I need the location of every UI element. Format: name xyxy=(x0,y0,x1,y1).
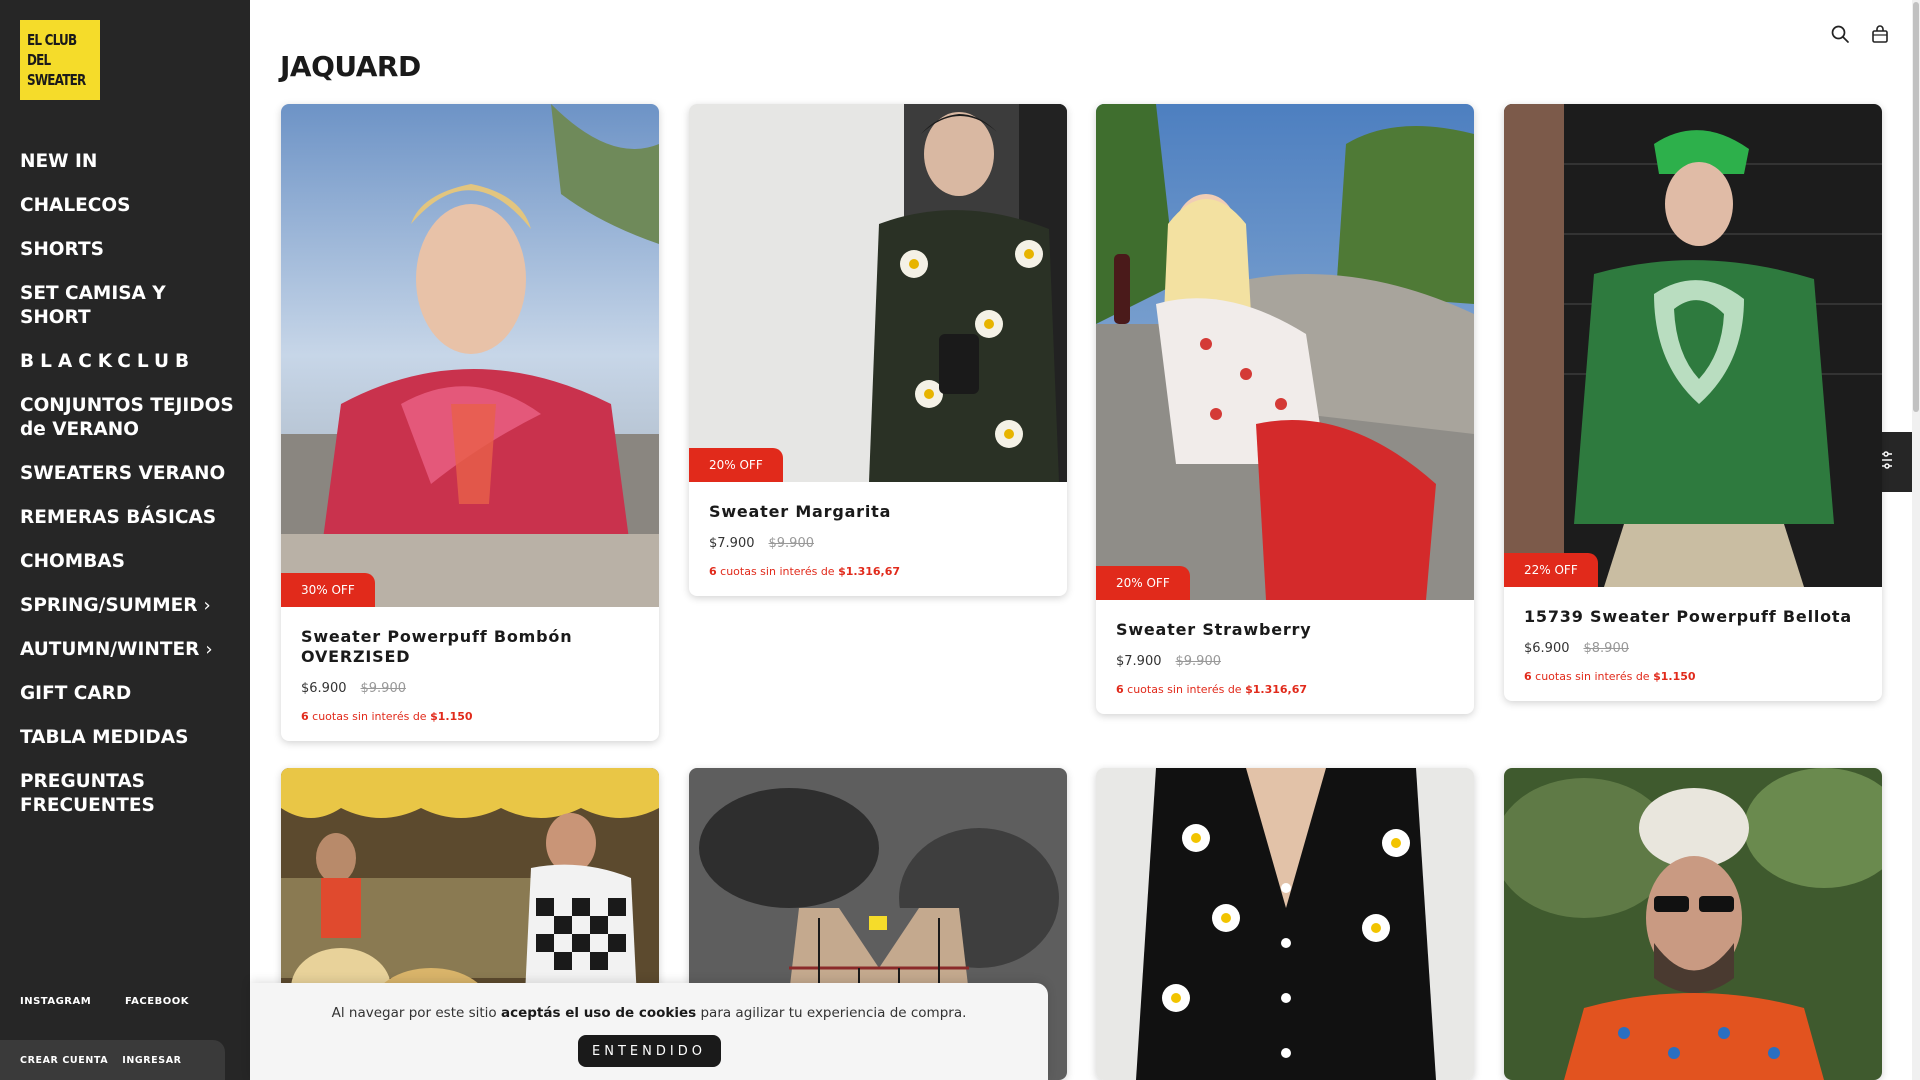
installments-count: 6 xyxy=(709,565,717,578)
cookie-banner: Al navegar por este sitio aceptás el uso… xyxy=(250,983,1048,1080)
product-image[interactable] xyxy=(1504,768,1882,1080)
brand-logo[interactable]: EL CLUB DEL SWEATER xyxy=(20,20,100,100)
instagram-link[interactable]: INSTAGRAM xyxy=(20,996,125,1007)
old-price: $9.900 xyxy=(1175,654,1222,669)
product-card[interactable]: 20% OFF Sweater Margarita $7.900 $9.900 6… xyxy=(689,104,1067,596)
product-image[interactable]: 30% OFF xyxy=(281,104,659,607)
product-info: Sweater Powerpuff Bombón OVERZISED $6.90… xyxy=(281,607,659,741)
nav-item-set-camisa-y-short[interactable]: SET CAMISA Y SHORT xyxy=(20,282,240,330)
nav-item-remeras-basicas[interactable]: REMERAS BÁSICAS xyxy=(20,506,240,530)
logo-line-2: DEL xyxy=(27,51,51,69)
installments-value: $1.150 xyxy=(430,710,473,723)
product-prices: $7.900 $9.900 xyxy=(1116,654,1454,669)
product-prices: $6.900 $9.900 xyxy=(301,681,639,696)
logo-line-3: SWEATER xyxy=(27,71,86,89)
current-price: $7.900 xyxy=(709,536,755,551)
product-prices: $7.900 $9.900 xyxy=(709,536,1047,551)
old-price: $9.900 xyxy=(360,681,407,696)
product-card[interactable]: 20% OFF Sweater Strawberry $7.900 $9.900 … xyxy=(1096,104,1474,714)
installments-text: cuotas sin interés de xyxy=(1535,670,1650,683)
current-price: $6.900 xyxy=(1524,641,1570,656)
cookie-text-bold: aceptás el uso de cookies xyxy=(500,1005,697,1021)
product-card[interactable]: 22% OFF 15739 Sweater Powerpuff Bellota … xyxy=(1504,104,1882,701)
cookie-text-before: Al navegar por este sitio xyxy=(331,1005,501,1021)
product-image[interactable]: 22% OFF xyxy=(1504,104,1882,587)
installments-text: cuotas sin interés de xyxy=(312,710,427,723)
installments-text: cuotas sin interés de xyxy=(1127,683,1242,696)
account-bar: CREAR CUENTA INGRESAR xyxy=(0,1040,225,1080)
sidebar: EL CLUB DEL SWEATER NEW IN CHALECOS SHOR… xyxy=(0,0,250,1080)
old-price: $8.900 xyxy=(1583,641,1630,656)
product-name[interactable]: 15739 Sweater Powerpuff Bellota xyxy=(1524,607,1862,627)
installments-info: 6 cuotas sin interés de $1.150 xyxy=(1524,670,1862,683)
product-prices: $6.900 $8.900 xyxy=(1524,641,1862,656)
old-price: $9.900 xyxy=(768,536,815,551)
nav-item-new-in[interactable]: NEW IN xyxy=(20,150,240,174)
nav-item-chalecos[interactable]: CHALECOS xyxy=(20,194,240,218)
current-price: $7.900 xyxy=(1116,654,1162,669)
product-image[interactable]: 20% OFF xyxy=(689,104,1067,482)
product-name[interactable]: Sweater Powerpuff Bombón OVERZISED xyxy=(301,627,639,667)
product-info: Sweater Margarita $7.900 $9.900 6 cuotas … xyxy=(689,482,1067,596)
social-links: INSTAGRAM FACEBOOK xyxy=(20,996,189,1007)
installments-count: 6 xyxy=(1116,683,1124,696)
nav-item-chombas[interactable]: CHOMBAS xyxy=(20,550,240,574)
discount-badge: 20% OFF xyxy=(1096,566,1190,600)
scrollbar-thumb[interactable] xyxy=(1913,2,1919,412)
chevron-right-icon: › xyxy=(203,595,211,616)
nav-item-spring-summer[interactable]: SPRING/SUMMER › xyxy=(20,594,240,618)
installments-count: 6 xyxy=(301,710,309,723)
nav-item-sweaters-verano[interactable]: SWEATERS VERANO xyxy=(20,462,240,486)
discount-badge: 20% OFF xyxy=(689,448,783,482)
product-info: Sweater Strawberry $7.900 $9.900 6 cuotas… xyxy=(1096,600,1474,714)
product-name[interactable]: Sweater Strawberry xyxy=(1116,620,1454,640)
installments-info: 6 cuotas sin interés de $1.316,67 xyxy=(1116,683,1454,696)
create-account-link[interactable]: CREAR CUENTA xyxy=(20,1055,108,1066)
installments-text: cuotas sin interés de xyxy=(720,565,835,578)
installments-count: 6 xyxy=(1524,670,1532,683)
installments-value: $1.150 xyxy=(1653,670,1696,683)
facebook-link[interactable]: FACEBOOK xyxy=(125,996,189,1007)
nav-item-shorts[interactable]: SHORTS xyxy=(20,238,240,262)
login-link[interactable]: INGRESAR xyxy=(122,1055,181,1066)
header-actions xyxy=(1830,24,1890,44)
installments-info: 6 cuotas sin interés de $1.150 xyxy=(301,710,639,723)
search-icon[interactable] xyxy=(1830,24,1850,44)
discount-badge: 22% OFF xyxy=(1504,553,1598,587)
product-card[interactable] xyxy=(1504,768,1882,1080)
cookie-text-after: para agilizar tu experiencia de compra. xyxy=(696,1005,967,1021)
nav-item-preguntas-frecuentes[interactable]: PREGUNTAS FRECUENTES xyxy=(20,770,240,818)
product-name[interactable]: Sweater Margarita xyxy=(709,502,1047,522)
page-scrollbar[interactable] xyxy=(1912,0,1920,1080)
accept-cookies-button[interactable]: ENTENDIDO xyxy=(577,1035,721,1067)
discount-badge: 30% OFF xyxy=(281,573,375,607)
product-info: 15739 Sweater Powerpuff Bellota $6.900 $8… xyxy=(1504,587,1882,701)
nav-item-label: AUTUMN/WINTER xyxy=(20,639,200,660)
bag-icon[interactable] xyxy=(1870,24,1890,44)
installments-value: $1.316,67 xyxy=(838,565,901,578)
category-nav: NEW IN CHALECOS SHORTS SET CAMISA Y SHOR… xyxy=(20,150,240,838)
logo-line-1: EL CLUB xyxy=(27,31,77,49)
page-title: JAQUARD xyxy=(280,50,421,83)
product-image[interactable]: 20% OFF xyxy=(1096,104,1474,600)
product-image[interactable] xyxy=(1096,768,1474,1080)
installments-info: 6 cuotas sin interés de $1.316,67 xyxy=(709,565,1047,578)
nav-item-autumn-winter[interactable]: AUTUMN/WINTER › xyxy=(20,638,240,662)
current-price: $6.900 xyxy=(301,681,347,696)
nav-item-label: SPRING/SUMMER xyxy=(20,595,198,616)
nav-item-tabla-medidas[interactable]: TABLA MEDIDAS xyxy=(20,726,240,750)
product-card[interactable] xyxy=(1096,768,1474,1080)
nav-item-conjuntos-tejidos[interactable]: CONJUNTOS TEJIDOS de VERANO xyxy=(20,394,240,442)
nav-item-gift-card[interactable]: GIFT CARD xyxy=(20,682,240,706)
cookie-message: Al navegar por este sitio aceptás el uso… xyxy=(250,1005,1048,1021)
product-card[interactable]: 30% OFF Sweater Powerpuff Bombón OVERZIS… xyxy=(281,104,659,741)
nav-item-blackclub[interactable]: BLACKCLUB xyxy=(20,350,240,374)
chevron-right-icon: › xyxy=(205,639,213,660)
installments-value: $1.316,67 xyxy=(1245,683,1308,696)
